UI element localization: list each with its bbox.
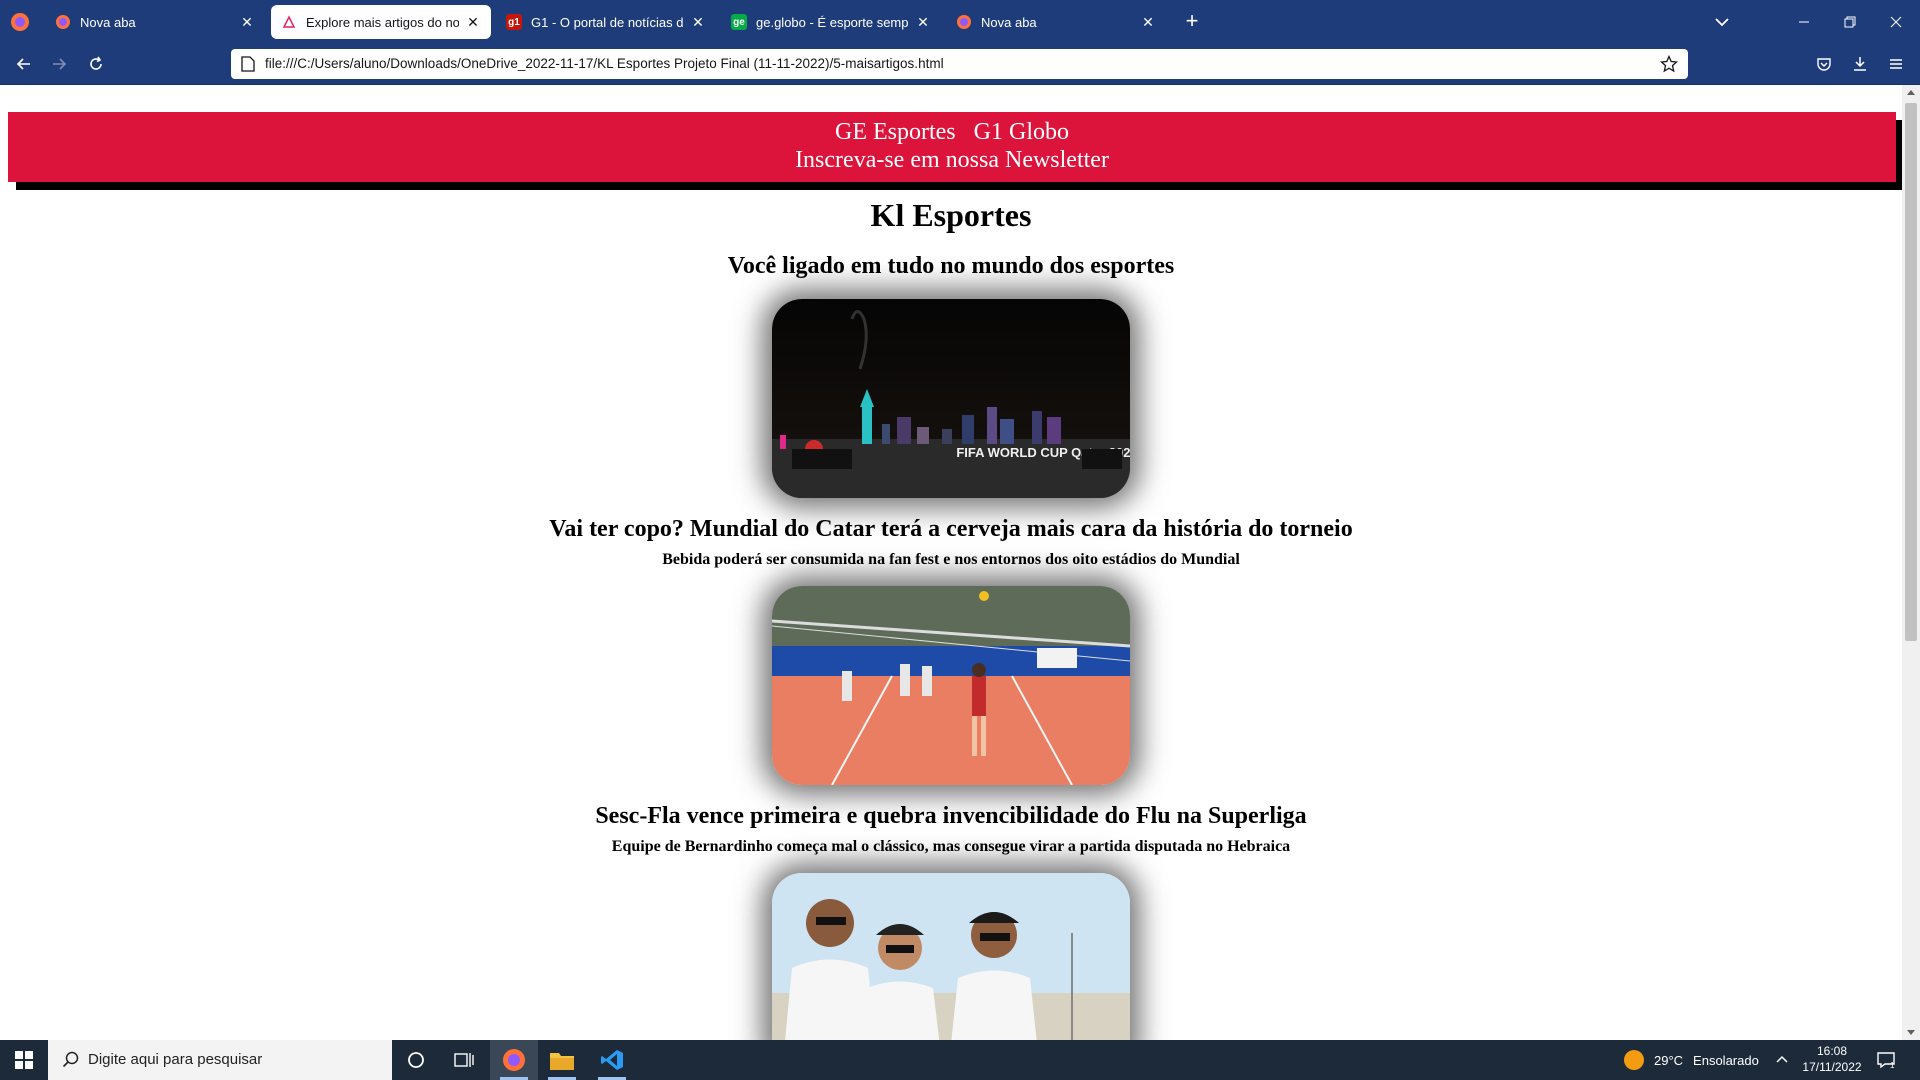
close-icon <box>1890 16 1902 28</box>
article-image-volleyball[interactable] <box>772 586 1130 785</box>
site-title: Kl Esportes <box>870 197 1032 233</box>
reload-button[interactable] <box>84 52 108 76</box>
search-placeholder: Digite aqui para pesquisar <box>88 1051 263 1068</box>
hamburger-menu-icon <box>1890 59 1902 69</box>
scroll-up-arrow-icon[interactable] <box>1907 90 1915 95</box>
page-viewport: GE Esportes G1 Globo Inscreva-se em noss… <box>0 85 1902 1040</box>
arrow-left-icon <box>16 58 30 70</box>
pdf-icon <box>281 14 297 30</box>
notification-count: 1 <box>1890 1061 1895 1070</box>
windows-taskbar: Digite aqui para pesquisar 29°C Ensolara… <box>0 1040 1920 1080</box>
weather-temp: 29°C <box>1654 1052 1684 1068</box>
pocket-icon <box>1817 58 1831 71</box>
pocket-button[interactable] <box>1812 52 1836 76</box>
header-banner: GE Esportes G1 Globo Inscreva-se em noss… <box>8 112 1896 182</box>
tab-title: ge.globo - É esporte sempre <box>756 14 909 30</box>
new-tab-button[interactable]: + <box>1178 8 1206 36</box>
tab-nova-aba-2[interactable]: Nova aba ✕ <box>946 4 1166 40</box>
close-tab-icon[interactable]: ✕ <box>915 14 931 31</box>
reload-icon <box>90 56 102 70</box>
night-skyline-image: FIFA WORLD CUP Qatar 2022 <box>772 299 1130 498</box>
ge-icon: ge <box>731 14 747 30</box>
start-button[interactable] <box>0 1040 48 1080</box>
tab-g1[interactable]: g1 G1 - O portal de notícias da Globo ✕ <box>496 4 716 40</box>
bookmark-star-icon[interactable] <box>1660 55 1678 73</box>
taskbar-vscode[interactable] <box>588 1040 636 1080</box>
address-bar[interactable]: file:///C:/Users/aluno/Downloads/OneDriv… <box>231 49 1688 79</box>
arrow-right-icon <box>53 58 67 70</box>
download-icon <box>1854 57 1866 71</box>
back-button[interactable] <box>12 52 36 76</box>
notification-icon[interactable]: 1 <box>1876 1050 1896 1070</box>
tab-title: G1 - O portal de notícias da Globo <box>531 14 684 30</box>
scroll-down-arrow-icon[interactable] <box>1907 1030 1915 1035</box>
url-text[interactable]: file:///C:/Users/aluno/Downloads/OneDriv… <box>265 49 944 79</box>
close-tab-icon[interactable]: ✕ <box>465 14 481 31</box>
firefox-icon <box>55 14 71 30</box>
navigation-toolbar: file:///C:/Users/aluno/Downloads/OneDriv… <box>0 44 1920 85</box>
tab-bar: Nova aba ✕ Explore mais artigos do nosso… <box>0 0 1920 44</box>
volleyball-match-image <box>772 586 1130 785</box>
downloads-button[interactable] <box>1848 52 1872 76</box>
tab-ge-globo[interactable]: ge ge.globo - É esporte sempre ✕ <box>721 4 941 40</box>
article-image-santos-players[interactable] <box>772 873 1130 1040</box>
firefox-icon <box>503 1049 525 1071</box>
scroll-thumb[interactable] <box>1905 103 1917 641</box>
nav-links: GE Esportes G1 Globo <box>8 118 1896 146</box>
g1-icon: g1 <box>506 14 522 30</box>
santos-players-image <box>772 873 1130 1040</box>
article-title[interactable]: Sesc-Fla vence primeira e quebra invenci… <box>0 801 1902 831</box>
close-tab-icon[interactable]: ✕ <box>1140 14 1156 31</box>
chevron-down-icon[interactable] <box>1712 12 1732 32</box>
article-title[interactable]: Vai ter copo? Mundial do Catar terá a ce… <box>0 514 1902 544</box>
weather-condition: Ensolarado <box>1693 1052 1759 1068</box>
search-icon <box>62 1051 79 1068</box>
taskbar-firefox[interactable] <box>490 1040 538 1080</box>
sun-icon <box>1624 1050 1644 1070</box>
tab-title: Nova aba <box>80 14 136 30</box>
weather-widget[interactable]: 29°C Ensolarado <box>1624 1040 1759 1080</box>
task-view-icon <box>454 1053 474 1067</box>
clock-date: 17/11/2022 <box>1802 1060 1862 1074</box>
restore-button[interactable] <box>1827 0 1873 44</box>
taskbar-search-box[interactable]: Digite aqui para pesquisar <box>48 1040 392 1080</box>
forward-button[interactable] <box>47 52 71 76</box>
close-window-button[interactable] <box>1873 0 1919 44</box>
link-ge-esportes[interactable]: GE Esportes <box>835 119 956 145</box>
article-card: Sesc-Fla vence primeira e quebra invenci… <box>0 586 1902 857</box>
article-image-world-cup-skyline[interactable]: FIFA WORLD CUP Qatar 2022 <box>772 299 1130 498</box>
tab-nova-aba-1[interactable]: Nova aba ✕ <box>45 4 265 40</box>
menu-button[interactable] <box>1884 52 1908 76</box>
article-subtitle: Equipe de Bernardinho começa mal o cláss… <box>611 838 1291 855</box>
vscode-icon <box>601 1050 623 1070</box>
folder-icon <box>550 1053 574 1070</box>
minimize-button[interactable] <box>1781 0 1827 44</box>
tab-title: Explore mais artigos do nosso site <box>306 14 459 30</box>
clock-time: 16:08 <box>1816 1044 1848 1058</box>
firefox-icon <box>956 14 972 30</box>
tab-explore-artigos[interactable]: Explore mais artigos do nosso site ✕ <box>271 5 491 39</box>
tagline: Você ligado em tudo no mundo dos esporte… <box>727 253 1175 279</box>
firefox-view-icon[interactable] <box>8 10 32 34</box>
tab-title: Nova aba <box>981 14 1037 30</box>
close-tab-icon[interactable]: ✕ <box>690 14 706 31</box>
cortana-circle-icon <box>408 1052 424 1068</box>
windows-logo-icon <box>15 1051 33 1069</box>
taskbar-file-explorer[interactable] <box>538 1040 586 1080</box>
minimize-icon <box>1799 21 1809 23</box>
vertical-scrollbar[interactable] <box>1902 85 1920 1040</box>
system-clock[interactable]: 16:08 17/11/2022 <box>1796 1043 1868 1075</box>
article-subtitle: Bebida poderá ser consumida na fan fest … <box>662 551 1240 568</box>
cortana-button[interactable] <box>392 1040 440 1080</box>
chevron-up-icon[interactable] <box>1774 1052 1790 1068</box>
page-icon <box>241 56 255 72</box>
restore-icon <box>1844 16 1856 28</box>
newsletter-link[interactable]: Inscreva-se em nossa Newsletter <box>795 147 1109 173</box>
main-content: Kl Esportes Você ligado em tudo no mundo… <box>0 195 1902 1040</box>
close-tab-icon[interactable]: ✕ <box>239 14 255 31</box>
article-card <box>0 873 1902 1040</box>
task-view-button[interactable] <box>440 1040 488 1080</box>
link-g1-globo[interactable]: G1 Globo <box>974 119 1069 145</box>
article-card: FIFA WORLD CUP Qatar 2022 Vai ter copo? … <box>0 299 1902 570</box>
